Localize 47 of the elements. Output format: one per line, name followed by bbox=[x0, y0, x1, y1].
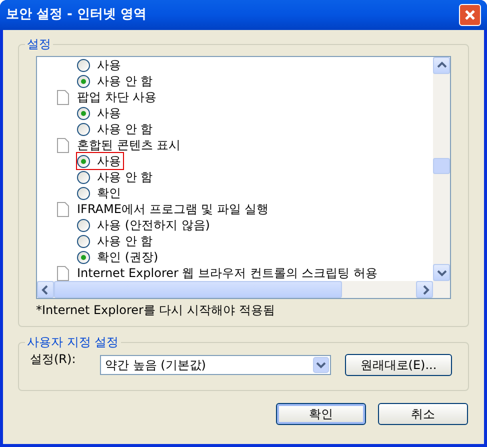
radio-button[interactable] bbox=[77, 154, 90, 168]
scroll-thumb[interactable] bbox=[54, 281, 342, 298]
setting-label: 혼합된 콘텐츠 표시 bbox=[77, 137, 181, 153]
close-icon bbox=[464, 9, 476, 21]
radio-button[interactable] bbox=[77, 170, 90, 184]
vertical-scrollbar[interactable] bbox=[433, 57, 450, 281]
scroll-arrow-button[interactable] bbox=[433, 264, 450, 281]
scroll-arrow-button[interactable] bbox=[37, 281, 54, 298]
document-icon bbox=[57, 138, 69, 152]
radio-option[interactable]: 확인 (권장) bbox=[77, 249, 160, 265]
radio-button[interactable] bbox=[77, 250, 90, 264]
radio-option[interactable]: 사용 안 함 bbox=[77, 73, 155, 89]
radio-option[interactable]: 사용 안 함 bbox=[77, 121, 155, 137]
radio-option[interactable]: 사용 안 함 bbox=[77, 169, 155, 185]
radio-option[interactable]: 사용 bbox=[77, 105, 123, 121]
radio-option[interactable]: 사용 안 함 bbox=[77, 233, 155, 249]
setting-label: 팝업 차단 사용 bbox=[77, 89, 157, 105]
security-level-dropdown[interactable]: 약간 높음 (기본값) bbox=[100, 355, 331, 375]
dialog-button[interactable]: 취소 bbox=[378, 403, 468, 425]
reset-button[interactable]: 원래대로(E)... bbox=[345, 354, 452, 376]
scroll-arrow-button[interactable] bbox=[433, 57, 450, 74]
radio-button[interactable] bbox=[77, 186, 90, 200]
group-title: 사용자 지정 설정 bbox=[25, 334, 121, 350]
document-icon bbox=[57, 90, 69, 104]
close-button[interactable] bbox=[459, 4, 481, 26]
window-title: 보안 설정 - 인터넷 영역 bbox=[6, 6, 148, 24]
document-icon bbox=[57, 202, 69, 216]
radio-button[interactable] bbox=[77, 122, 90, 136]
radio-button[interactable] bbox=[77, 234, 90, 248]
restart-note: *Internet Explorer를 다시 시작해야 적용됨 bbox=[36, 302, 276, 318]
setting-label: IFRAME에서 프로그램 및 파일 실행 bbox=[77, 201, 269, 217]
document-icon bbox=[57, 266, 69, 280]
radio-button[interactable] bbox=[77, 58, 90, 72]
radio-option[interactable]: 사용 (안전하지 않음) bbox=[77, 217, 212, 233]
horizontal-scrollbar[interactable] bbox=[37, 281, 450, 298]
scroll-thumb[interactable] bbox=[433, 158, 450, 174]
radio-option[interactable]: 사용 bbox=[77, 153, 123, 169]
setting-label: 설정(R): bbox=[30, 351, 77, 368]
group-title: 설정 bbox=[25, 36, 53, 52]
radio-option[interactable]: 사용 bbox=[77, 57, 123, 73]
radio-button[interactable] bbox=[77, 218, 90, 232]
setting-label: Internet Explorer 웹 브라우저 컨트롤의 스크립팅 허용 bbox=[77, 265, 378, 281]
dialog-button[interactable]: 확인 bbox=[276, 403, 366, 425]
scroll-arrow-button[interactable] bbox=[416, 281, 433, 298]
radio-button[interactable] bbox=[77, 74, 90, 88]
radio-button[interactable] bbox=[77, 106, 90, 120]
radio-option[interactable]: 확인 bbox=[77, 185, 123, 201]
